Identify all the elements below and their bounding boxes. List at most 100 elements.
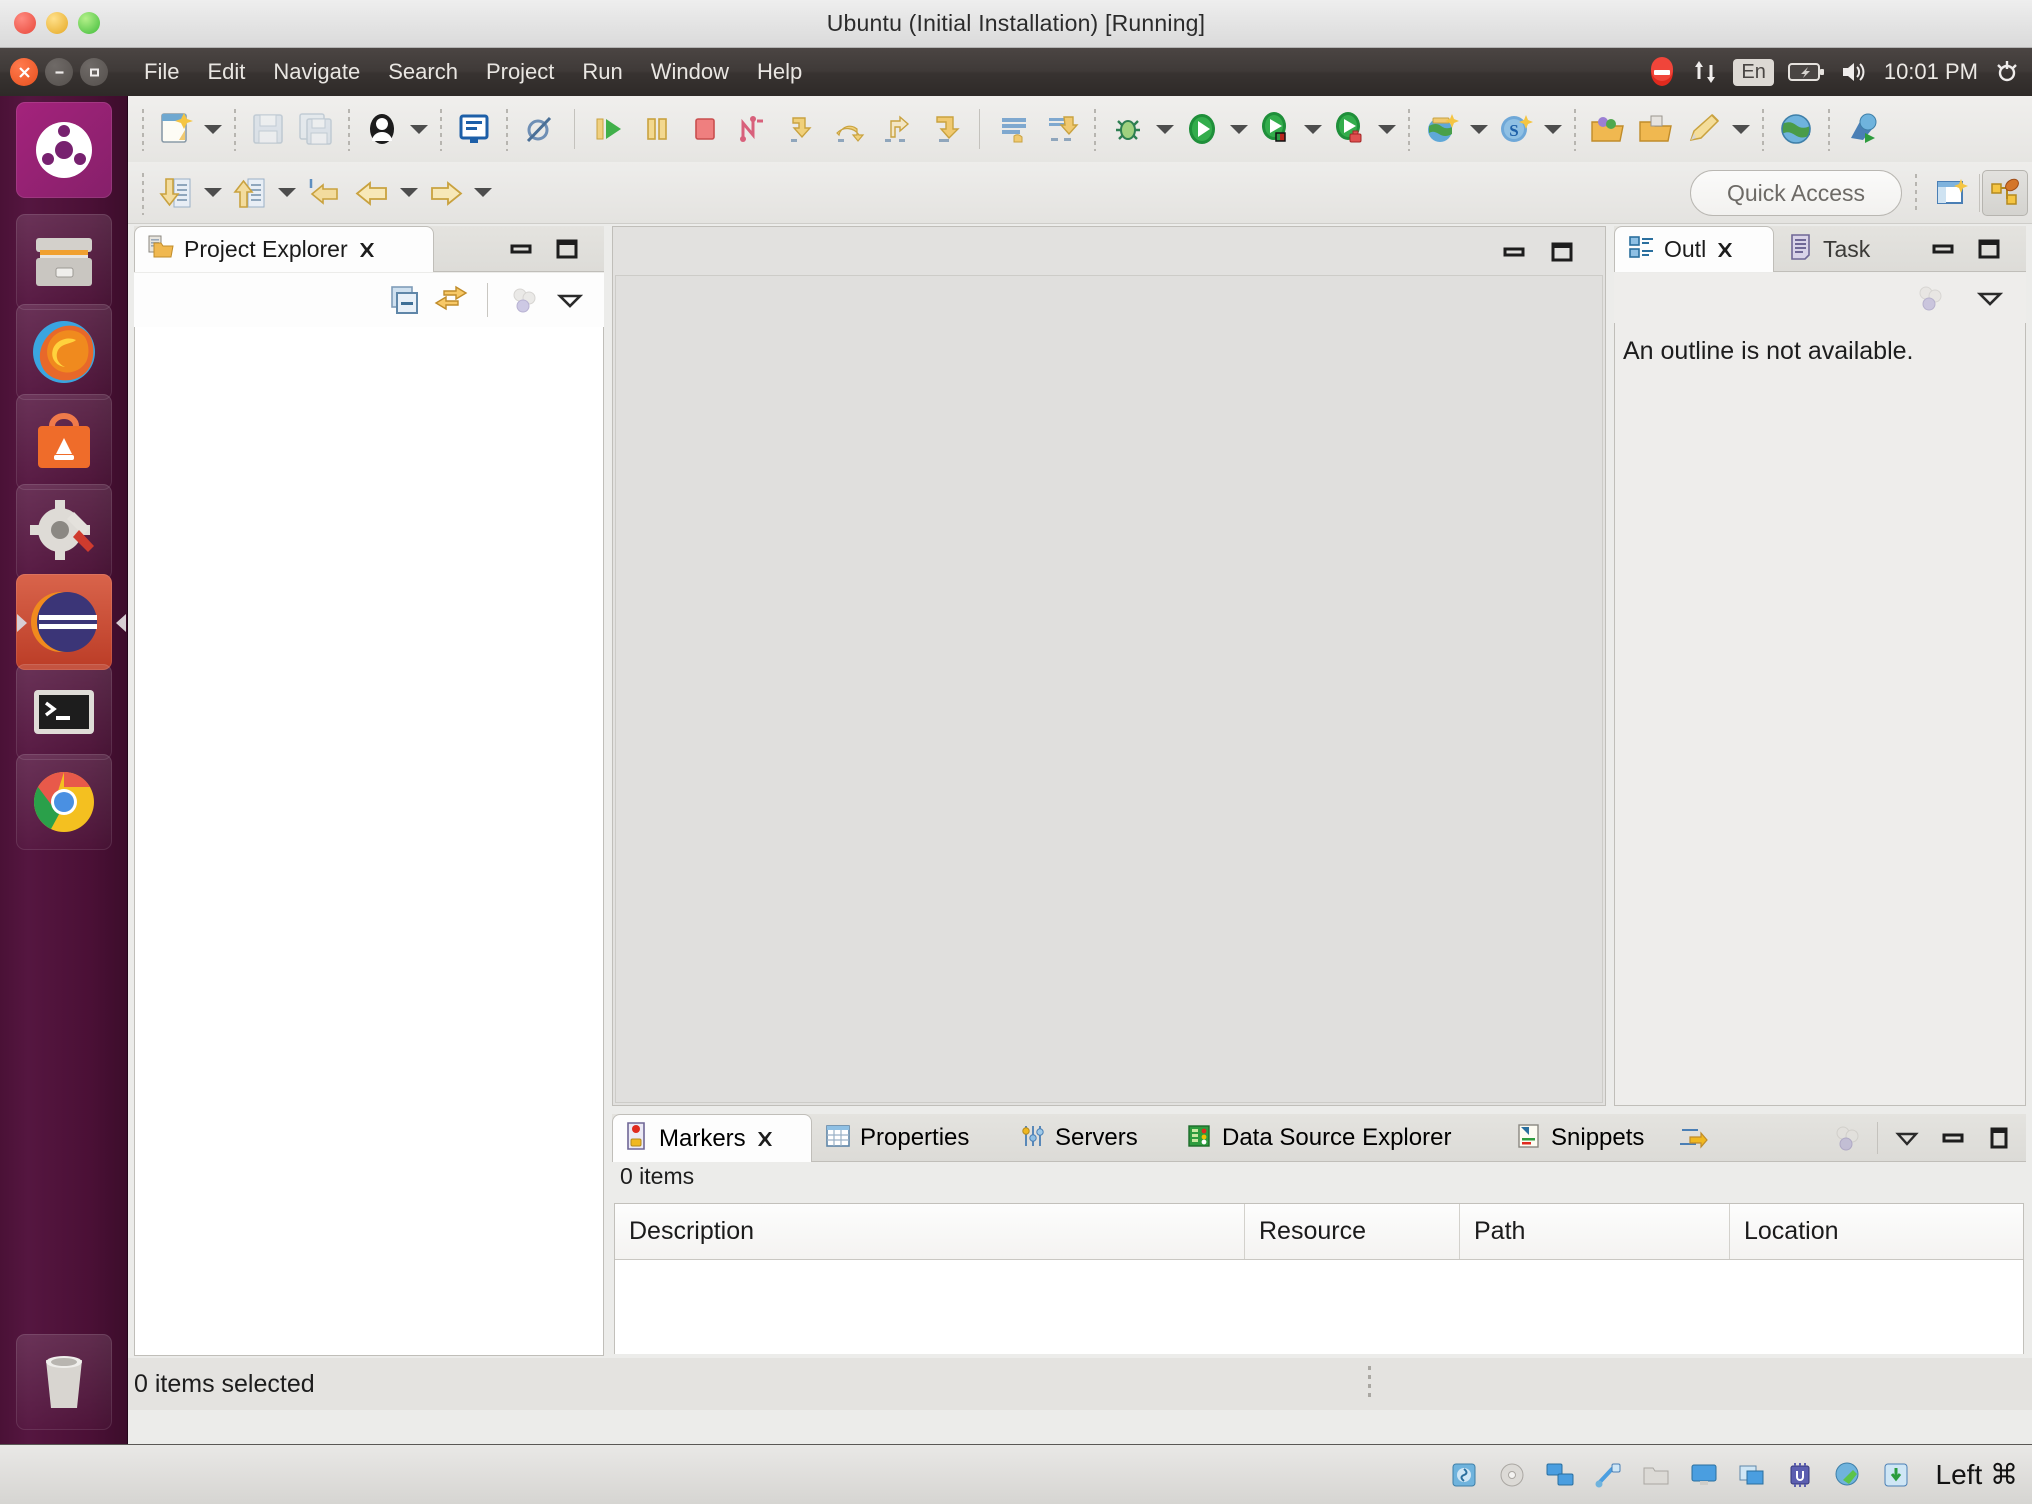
battery-icon[interactable] — [1787, 59, 1826, 85]
menu-item-run[interactable]: Run — [568, 56, 636, 88]
run-on-server-button[interactable] — [1838, 105, 1886, 153]
open-package-button[interactable] — [1584, 105, 1632, 153]
windows-icon[interactable] — [1736, 1459, 1768, 1491]
coverage-button[interactable] — [1252, 105, 1300, 153]
menu-item-edit[interactable]: Edit — [193, 56, 259, 88]
maximize-icon[interactable] — [1982, 1121, 2016, 1155]
tab-snippets[interactable]: Snippets — [1505, 1114, 1655, 1162]
network-icon[interactable] — [1544, 1459, 1576, 1491]
maximize-icon[interactable] — [552, 234, 582, 264]
drop-to-frame-button[interactable] — [921, 105, 969, 153]
launcher-item-terminal[interactable] — [16, 664, 112, 760]
last-edit-location-button[interactable] — [300, 169, 348, 217]
java-ee-perspective-button[interactable] — [1982, 170, 2028, 216]
forward-dropdown[interactable] — [470, 169, 496, 217]
open-console-button[interactable] — [450, 105, 498, 153]
next-annotation-dropdown[interactable] — [274, 169, 300, 217]
show-more-tabs-icon[interactable] — [1676, 1122, 1708, 1159]
previous-annotation-button[interactable] — [152, 169, 200, 217]
maximize-window-button[interactable] — [80, 58, 108, 86]
close-window-button[interactable] — [10, 58, 38, 86]
minimize-icon[interactable] — [1499, 237, 1529, 267]
view-menu-circles-icon[interactable] — [1910, 278, 1950, 318]
menu-item-file[interactable]: File — [130, 56, 193, 88]
column-header-path[interactable]: Path — [1460, 1204, 1730, 1259]
cpu-icon[interactable] — [1784, 1459, 1816, 1491]
new-wizard-button[interactable] — [152, 105, 200, 153]
close-x-icon[interactable] — [755, 1129, 775, 1149]
step-over-button[interactable] — [825, 105, 873, 153]
markers-table-body[interactable] — [615, 1260, 2023, 1354]
menu-item-search[interactable]: Search — [374, 56, 472, 88]
profile-dropdown[interactable] — [1374, 105, 1400, 153]
minimize-window-button[interactable] — [45, 58, 73, 86]
status-bar-grip[interactable] — [1368, 1366, 1374, 1402]
view-menu-chevron-icon[interactable] — [1970, 278, 2010, 318]
project-explorer-tree[interactable] — [134, 327, 604, 1356]
save-button[interactable] — [244, 105, 292, 153]
menu-item-window[interactable]: Window — [637, 56, 743, 88]
view-menu-chevron-icon[interactable] — [550, 280, 590, 320]
debug-button[interactable] — [1104, 105, 1152, 153]
new-annotation-dropdown[interactable] — [1728, 105, 1754, 153]
open-resource-button[interactable] — [1632, 105, 1680, 153]
close-x-icon[interactable] — [1715, 240, 1735, 260]
tab-outline[interactable]: Outl — [1614, 226, 1774, 272]
column-header-resource[interactable]: Resource — [1245, 1204, 1460, 1259]
tab-task-list[interactable]: Task — [1776, 226, 1882, 272]
launcher-item-chrome[interactable] — [16, 754, 112, 850]
profile-button[interactable] — [1326, 105, 1374, 153]
minimize-icon[interactable] — [1928, 234, 1958, 264]
minimize-icon[interactable] — [1936, 1121, 1970, 1155]
back-button[interactable] — [348, 169, 396, 217]
minimize-light[interactable] — [46, 12, 68, 34]
new-dynamic-web-project-button[interactable] — [1418, 105, 1466, 153]
menu-item-help[interactable]: Help — [743, 56, 816, 88]
collapse-all-icon[interactable] — [385, 280, 425, 320]
step-return-button[interactable] — [873, 105, 921, 153]
quick-access-input[interactable]: Quick Access — [1690, 170, 1902, 216]
tab-data-source-explorer[interactable]: Data Source Explorer — [1174, 1114, 1462, 1162]
terminate-stop-button[interactable] — [681, 105, 729, 153]
launcher-item-files[interactable] — [16, 214, 112, 310]
new-annotation-button[interactable] — [1680, 105, 1728, 153]
menu-item-project[interactable]: Project — [472, 56, 568, 88]
launcher-item-trash[interactable] — [16, 1334, 112, 1430]
synchronize-button[interactable] — [1038, 105, 1086, 153]
view-menu-chevron-icon[interactable] — [1890, 1121, 1924, 1155]
clock[interactable]: 10:01 PM — [1884, 59, 1978, 85]
close-light[interactable] — [14, 12, 36, 34]
remote-icon[interactable] — [1832, 1459, 1864, 1491]
open-type-button[interactable] — [358, 105, 406, 153]
new-server-dropdown[interactable] — [1540, 105, 1566, 153]
run-dropdown[interactable] — [1226, 105, 1252, 153]
session-gear-icon[interactable] — [1992, 57, 2022, 87]
launcher-item-firefox[interactable] — [16, 304, 112, 400]
network-updown-icon[interactable] — [1691, 57, 1719, 87]
next-annotation-button[interactable] — [226, 169, 274, 217]
volume-icon[interactable] — [1840, 59, 1870, 85]
new-wizard-dropdown[interactable] — [200, 105, 226, 153]
editor-empty-canvas[interactable] — [615, 275, 1603, 1103]
open-task-button[interactable] — [990, 105, 1038, 153]
view-menu-circles-icon[interactable] — [504, 280, 544, 320]
launcher-item-eclipse[interactable] — [16, 574, 126, 670]
new-web-project-dropdown[interactable] — [1466, 105, 1492, 153]
open-perspective-button[interactable] — [1930, 172, 1974, 214]
save-all-button[interactable] — [292, 105, 340, 153]
link-editor-icon[interactable] — [431, 280, 471, 320]
tab-project-explorer[interactable]: Project Explorer — [134, 226, 434, 272]
column-header-description[interactable]: Description — [615, 1204, 1245, 1259]
menu-item-navigate[interactable]: Navigate — [259, 56, 374, 88]
maximize-icon[interactable] — [1974, 234, 2004, 264]
tab-servers[interactable]: Servers — [1009, 1114, 1149, 1162]
keyboard-layout-icon[interactable]: En — [1733, 58, 1774, 86]
launcher-item-system-settings[interactable] — [16, 484, 112, 580]
close-x-icon[interactable] — [357, 240, 377, 260]
display-icon[interactable] — [1688, 1459, 1720, 1491]
maximize-icon[interactable] — [1547, 237, 1577, 267]
coverage-dropdown[interactable] — [1300, 105, 1326, 153]
back-dropdown[interactable] — [396, 169, 422, 217]
forward-button[interactable] — [422, 169, 470, 217]
minimize-icon[interactable] — [506, 234, 536, 264]
